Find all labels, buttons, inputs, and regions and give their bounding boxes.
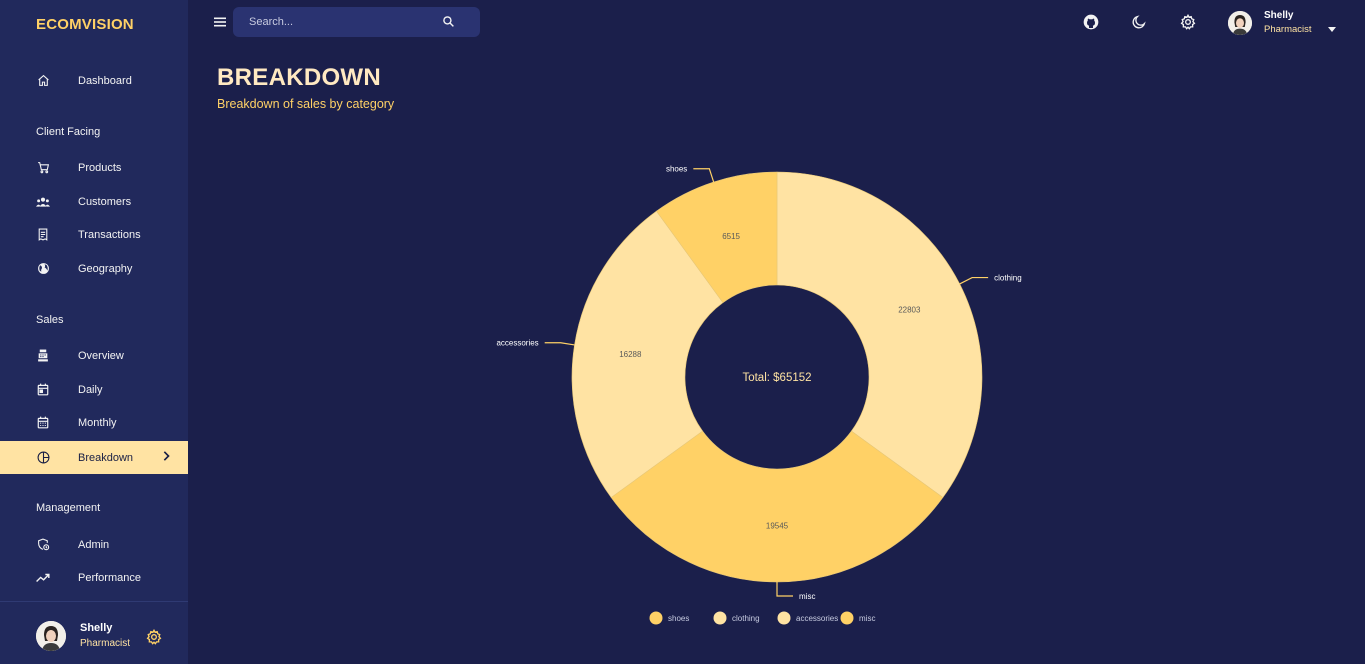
slice-leader-line bbox=[776, 582, 793, 597]
sidebar-item-overview[interactable]: Overview bbox=[0, 339, 188, 372]
user-name: Shelly bbox=[1264, 10, 1294, 21]
github-icon[interactable] bbox=[1083, 14, 1099, 30]
brand-logo: ECOMVISION bbox=[36, 16, 134, 33]
pie-chart-icon bbox=[36, 451, 50, 465]
search-icon[interactable] bbox=[442, 15, 455, 28]
globe-icon bbox=[36, 262, 50, 276]
cart-icon bbox=[36, 161, 50, 175]
sidebar-item-label: Overview bbox=[78, 349, 124, 362]
sidebar-item-products[interactable]: Products bbox=[0, 151, 188, 184]
dark-mode-icon[interactable] bbox=[1131, 14, 1147, 30]
slice-value-label: 19545 bbox=[766, 522, 789, 531]
sidebar-item-monthly[interactable]: Monthly bbox=[0, 406, 188, 439]
slice-leader-line bbox=[693, 168, 715, 183]
slice-category-label: clothing bbox=[994, 274, 1022, 283]
sidebar-item-label: Customers bbox=[78, 195, 132, 208]
sidebar-item-customers[interactable]: Customers bbox=[0, 185, 188, 218]
settings-icon[interactable] bbox=[1180, 13, 1196, 30]
sidebar-item-breakdown[interactable]: Breakdown bbox=[0, 441, 188, 474]
people-icon bbox=[36, 195, 50, 209]
home-icon bbox=[36, 74, 50, 88]
breakdown-donut-chart: 22803 clothing 19545 misc 16288 accessories 65… bbox=[496, 165, 1022, 625]
section-sales: Sales bbox=[36, 314, 64, 326]
legend-label: misc bbox=[859, 614, 875, 623]
point-of-sale-icon bbox=[36, 349, 50, 363]
sidebar-item-daily[interactable]: Daily bbox=[0, 373, 188, 406]
sidebar-item-dashboard[interactable]: Dashboard bbox=[0, 64, 188, 97]
search-input[interactable] bbox=[249, 14, 439, 30]
sidebar-item-label: Transactions bbox=[78, 228, 141, 241]
sidebar-item-label: Monthly bbox=[78, 416, 117, 429]
sidebar-item-label: Geography bbox=[78, 262, 133, 275]
slice-category-label: accessories bbox=[496, 339, 538, 348]
calendar-today-icon bbox=[36, 383, 50, 397]
gear-icon[interactable] bbox=[146, 628, 162, 645]
sidebar-user-panel: Shelly Pharmacist bbox=[0, 601, 188, 664]
legend-swatch-misc bbox=[840, 611, 854, 625]
sidebar-item-transactions[interactable]: Transactions bbox=[0, 218, 188, 251]
legend-swatch-shoes bbox=[649, 611, 663, 625]
admin-icon bbox=[36, 538, 50, 552]
sidebar-item-label: Performance bbox=[78, 571, 141, 584]
slice-category-label: misc bbox=[799, 592, 815, 601]
legend-swatch-accessories bbox=[777, 611, 791, 625]
legend-label: accessories bbox=[796, 614, 838, 623]
slice-leader-line bbox=[959, 276, 989, 285]
legend-label: clothing bbox=[732, 614, 760, 623]
user-name: Shelly bbox=[80, 622, 113, 634]
legend-swatch-clothing bbox=[713, 611, 727, 625]
sidebar: ECOMVISION Dashboard Client Facing Produ… bbox=[0, 0, 188, 664]
slice-value-label: 16288 bbox=[619, 350, 642, 359]
pie-slice-clothing bbox=[776, 171, 983, 498]
receipt-icon bbox=[36, 228, 50, 242]
sidebar-item-admin[interactable]: Admin bbox=[0, 528, 188, 561]
slice-leader-line bbox=[544, 342, 575, 346]
search-bar bbox=[233, 7, 480, 37]
legend-label: shoes bbox=[668, 614, 689, 623]
trending-up-icon bbox=[36, 571, 50, 585]
page-title: BREAKDOWN bbox=[217, 64, 382, 91]
section-client-facing: Client Facing bbox=[36, 126, 101, 138]
chevron-right-icon bbox=[162, 451, 170, 464]
sidebar-item-label: Dashboard bbox=[78, 74, 132, 87]
caret-down-icon[interactable] bbox=[1328, 19, 1336, 32]
avatar[interactable] bbox=[1228, 11, 1252, 35]
sidebar-item-geography[interactable]: Geography bbox=[0, 252, 188, 285]
donut-center-total: Total: $65152 bbox=[742, 372, 811, 384]
page-subtitle: Breakdown of sales by category bbox=[217, 97, 395, 111]
avatar[interactable] bbox=[36, 621, 66, 651]
user-role: Pharmacist bbox=[1264, 24, 1312, 35]
sidebar-item-label: Products bbox=[78, 161, 122, 174]
slice-value-label: 22803 bbox=[898, 306, 921, 315]
user-role: Pharmacist bbox=[80, 638, 131, 649]
sidebar-item-performance[interactable]: Performance bbox=[0, 561, 188, 594]
calendar-month-icon bbox=[36, 416, 50, 430]
sidebar-item-label: Admin bbox=[78, 538, 110, 551]
menu-icon[interactable] bbox=[213, 15, 227, 29]
sidebar-item-label: Daily bbox=[78, 383, 103, 396]
slice-value-label: 6515 bbox=[722, 232, 740, 241]
slice-category-label: shoes bbox=[666, 165, 687, 174]
sidebar-item-label: Breakdown bbox=[78, 451, 134, 464]
section-management: Management bbox=[36, 502, 101, 514]
